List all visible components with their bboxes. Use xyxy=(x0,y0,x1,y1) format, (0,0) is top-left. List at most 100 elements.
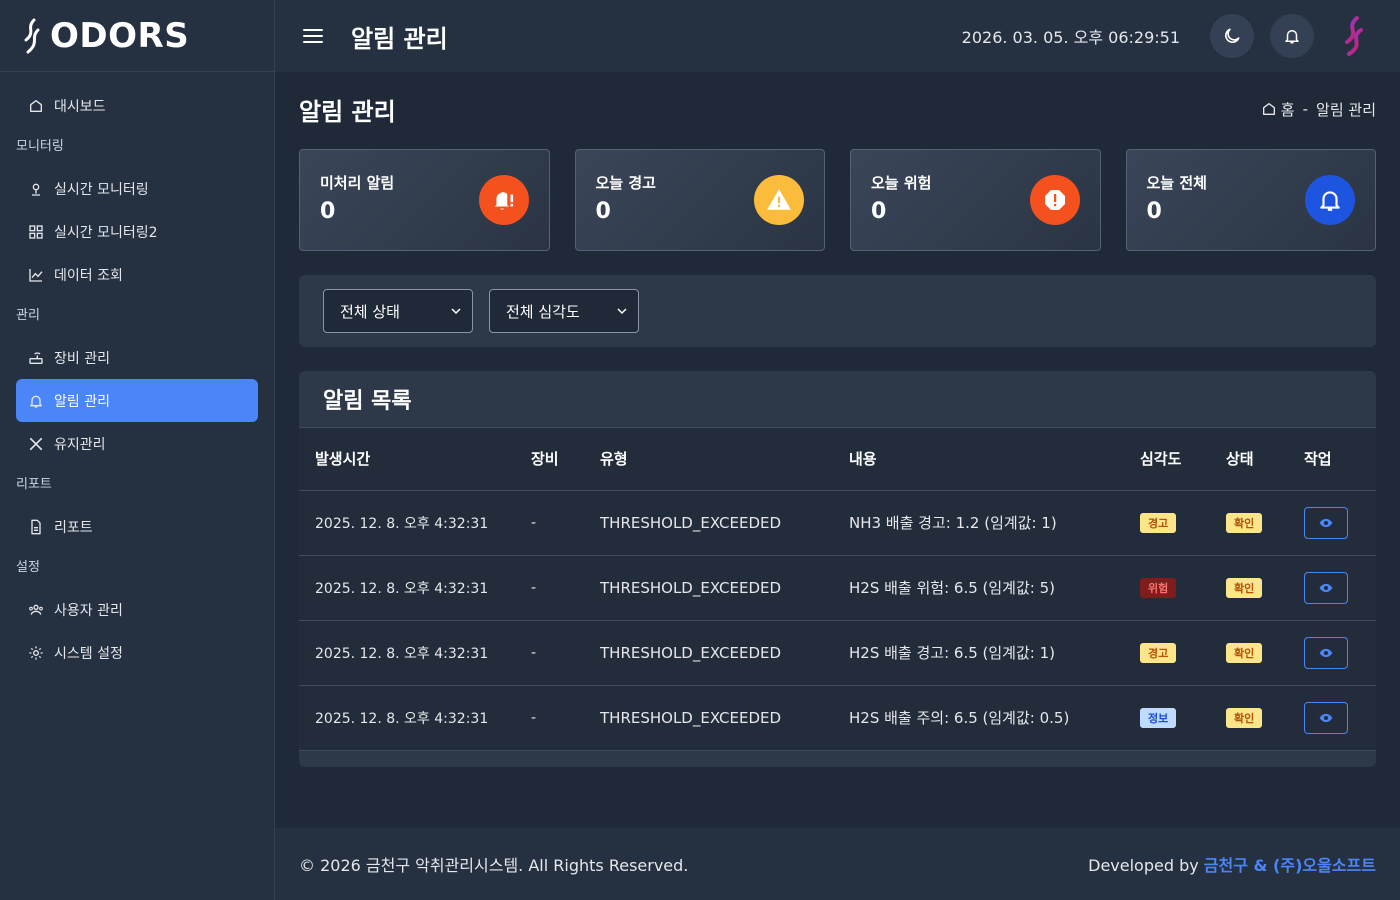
brand-avatar-icon xyxy=(1345,16,1363,56)
severity-filter-select[interactable]: 전체 심각도 xyxy=(489,289,639,333)
grid-icon xyxy=(28,224,44,240)
danger-octagon-icon xyxy=(1029,175,1080,225)
router-icon xyxy=(28,350,44,366)
table-header-row: 발생시간 장비 유형 내용 심각도 상태 작업 xyxy=(299,428,1376,491)
sidebar-item[interactable]: 알림 관리 xyxy=(16,379,258,422)
tools-icon xyxy=(28,436,44,452)
brand[interactable]: ODORS xyxy=(0,0,274,72)
theme-toggle-button[interactable] xyxy=(1210,14,1254,58)
sidebar-item-label: 시스템 설정 xyxy=(54,645,123,662)
sidebar-item[interactable]: 유지관리 xyxy=(16,422,258,465)
user-avatar[interactable] xyxy=(1330,14,1374,58)
sidebar-item[interactable]: 장비 관리 xyxy=(16,336,258,379)
footer: © 2026 금천구 악취관리시스템. All Rights Reserved.… xyxy=(275,828,1400,900)
alert-severity-cell: 경고 xyxy=(1124,490,1210,556)
sidebar-item[interactable]: 시스템 설정 xyxy=(16,631,258,674)
alert-status-cell: 확인 xyxy=(1210,685,1288,751)
sidebar-item[interactable]: 실시간 모니터링2 xyxy=(16,210,258,253)
severity-badge: 경고 xyxy=(1140,512,1177,533)
stat-card-warning: 오늘 경고 0 xyxy=(574,149,825,251)
status-filter-value: 전체 상태 xyxy=(340,302,400,321)
eye-icon xyxy=(1319,713,1333,722)
alert-type: THRESHOLD_EXCEEDED xyxy=(584,685,833,751)
view-button[interactable] xyxy=(1304,571,1348,604)
document-icon xyxy=(28,519,44,535)
alert-time: 2025. 12. 8. 오후 4:32:31 xyxy=(299,620,515,686)
alert-severity-cell: 위험 xyxy=(1124,555,1210,621)
column-header: 내용 xyxy=(833,428,1124,491)
table-row: 2025. 12. 8. 오후 4:32:31- THRESHOLD_EXCEED… xyxy=(299,685,1376,751)
sidebar-item-label: 대시보드 xyxy=(54,98,106,115)
breadcrumb: 홈 - 알림 관리 xyxy=(1261,99,1376,120)
sidebar-item-label: 리포트 xyxy=(54,519,93,536)
sidebar-item-label: 알림 관리 xyxy=(54,393,110,410)
alert-type: THRESHOLD_EXCEEDED xyxy=(584,555,833,621)
table-row: 2025. 12. 8. 오후 4:32:31- THRESHOLD_EXCEED… xyxy=(299,555,1376,621)
sidebar-section-label: 리포트 xyxy=(16,477,52,492)
sidebar-section-label: 관리 xyxy=(16,308,40,323)
line-chart-icon xyxy=(28,267,44,283)
alert-content: H2S 배출 주의: 6.5 (임계값: 0.5) xyxy=(833,685,1124,751)
eye-icon xyxy=(1319,583,1333,592)
column-header: 장비 xyxy=(515,428,584,491)
sidebar-item[interactable]: 실시간 모니터링 xyxy=(16,167,258,210)
home-icon xyxy=(1262,103,1275,115)
alert-status-cell: 확인 xyxy=(1210,555,1288,621)
stat-card-total: 오늘 전체 0 xyxy=(1125,149,1376,251)
severity-badge: 정보 xyxy=(1140,707,1177,728)
column-header: 작업 xyxy=(1288,428,1376,491)
eye-icon xyxy=(1319,518,1333,527)
sidebar-item[interactable]: 사용자 관리 xyxy=(16,588,258,631)
severity-filter-value: 전체 심각도 xyxy=(506,302,580,321)
brand-name: ODORS xyxy=(50,15,190,56)
topbar-actions: 2026. 03. 05. 오후 06:29:51 xyxy=(962,14,1374,58)
odors-logo-icon xyxy=(24,18,40,53)
status-badge: 확인 xyxy=(1226,642,1263,663)
notifications-button[interactable] xyxy=(1270,14,1314,58)
sidebar-item-label: 유지관리 xyxy=(54,436,106,453)
menu-icon[interactable] xyxy=(301,24,325,48)
sidebar-item-label: 사용자 관리 xyxy=(54,602,123,619)
view-button[interactable] xyxy=(1304,506,1348,539)
sidebar-section-label: 설정 xyxy=(16,560,40,575)
sidebar: ODORS 대시보드 모니터링 실시간 모니터링 실시간 모니터링2 데이터 조회 관리 장… xyxy=(0,0,275,900)
main-content: 알림 관리 홈 - 알림 관리 미처리 알림 0 오늘 경고 0 오늘 위험 0… xyxy=(275,72,1400,828)
alert-action-cell xyxy=(1288,685,1376,751)
sidebar-item[interactable]: 리포트 xyxy=(16,505,258,548)
breadcrumb-home[interactable]: 홈 xyxy=(1281,99,1295,120)
breadcrumb-current: 알림 관리 xyxy=(1316,100,1376,119)
page-header: 알림 관리 홈 - 알림 관리 xyxy=(299,72,1376,146)
view-button[interactable] xyxy=(1304,636,1348,669)
sidebar-item-label: 데이터 조회 xyxy=(54,267,123,284)
sidebar-item-label: 실시간 모니터링2 xyxy=(54,224,158,241)
alert-status-cell: 확인 xyxy=(1210,490,1288,556)
clock: 2026. 03. 05. 오후 06:29:51 xyxy=(961,28,1180,47)
alert-device: - xyxy=(515,555,584,621)
sidebar-item-label: 장비 관리 xyxy=(54,350,110,367)
alert-time: 2025. 12. 8. 오후 4:32:31 xyxy=(299,555,515,621)
alert-action-cell xyxy=(1288,490,1376,556)
alert-device: - xyxy=(515,685,584,751)
alert-list-panel: 알림 목록 발생시간 장비 유형 내용 심각도 상태 작업 2025. 12. … xyxy=(299,371,1376,767)
alert-device: - xyxy=(515,490,584,556)
breadcrumb-separator: - xyxy=(1302,100,1309,118)
status-badge: 확인 xyxy=(1226,512,1263,533)
status-filter-select[interactable]: 전체 상태 xyxy=(323,289,473,333)
location-pin-icon xyxy=(28,181,44,197)
alert-action-cell xyxy=(1288,555,1376,621)
alert-time: 2025. 12. 8. 오후 4:32:31 xyxy=(299,685,515,751)
status-badge: 확인 xyxy=(1226,577,1263,598)
column-header: 상태 xyxy=(1210,428,1288,491)
status-badge: 확인 xyxy=(1226,707,1263,728)
developer-link[interactable]: 금천구 & (주)오울소프트 xyxy=(1204,856,1376,875)
developer-credit: Developed by 금천구 & (주)오울소프트 xyxy=(1088,852,1376,876)
column-header: 유형 xyxy=(584,428,833,491)
alert-action-cell xyxy=(1288,620,1376,686)
sidebar-item[interactable]: 대시보드 xyxy=(16,84,258,127)
gear-icon xyxy=(28,645,44,661)
sidebar-item[interactable]: 데이터 조회 xyxy=(16,253,258,296)
stat-card-danger: 오늘 위험 0 xyxy=(850,149,1101,251)
developed-by-label: Developed by xyxy=(1088,856,1199,875)
view-button[interactable] xyxy=(1304,701,1348,734)
alert-content: H2S 배출 경고: 6.5 (임계값: 1) xyxy=(833,620,1124,686)
